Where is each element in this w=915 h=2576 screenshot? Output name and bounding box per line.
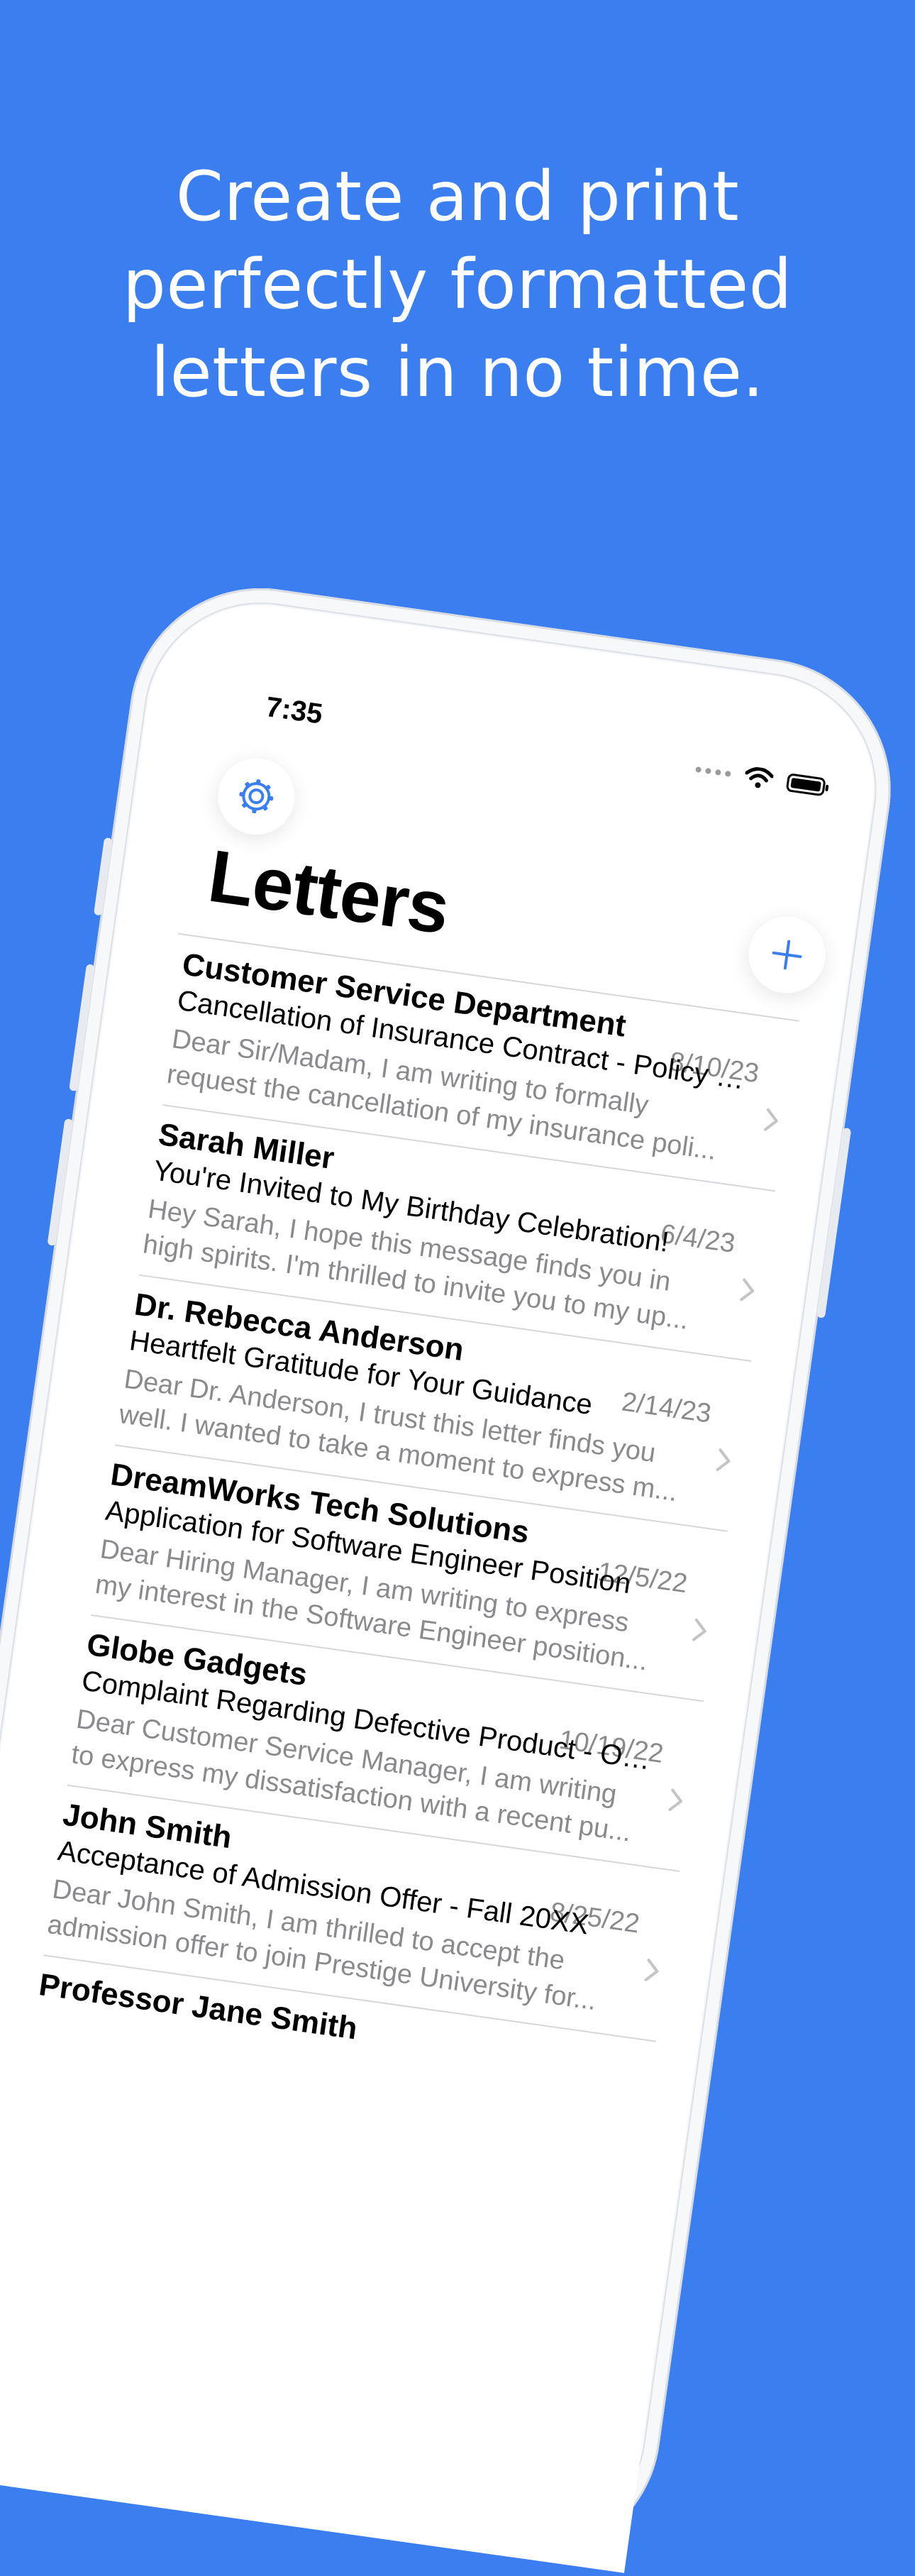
headline-line-3: letters in no time.: [150, 333, 765, 412]
chevron-right-icon: [644, 1959, 659, 1981]
chevron-right-icon: [668, 1788, 683, 1812]
signal-icon: [695, 766, 731, 777]
volume-down-button: [47, 1118, 74, 1246]
letter-preview: [31, 2042, 607, 2123]
letter-preview-line-2: [31, 2042, 607, 2123]
status-bar-icons: [694, 759, 826, 798]
page-title: Letters: [204, 835, 454, 950]
app-screen: 7:35 Letters Customer Service Department…: [0, 590, 889, 2573]
letter-preview-line-1: [31, 2042, 607, 2123]
mute-switch: [93, 837, 113, 916]
letters-list: Customer Service Department 8/10/23 Canc…: [20, 932, 799, 2211]
chevron-right-icon: [763, 1108, 778, 1131]
chevron-right-icon: [692, 1618, 706, 1641]
volume-up-button: [69, 964, 96, 1092]
status-time: 7:35: [263, 691, 325, 730]
add-letter-button[interactable]: [743, 911, 831, 998]
battery-icon: [785, 773, 826, 797]
headline-line-2: perfectly formatted: [122, 245, 793, 324]
headline: Create and print perfectly formatted let…: [0, 153, 915, 417]
chevron-right-icon: [716, 1448, 731, 1471]
headline-line-1: Create and print: [175, 157, 740, 236]
wifi-icon: [745, 766, 774, 788]
chevron-right-icon: [740, 1278, 755, 1301]
phone-mockup: 7:35 Letters Customer Service Department…: [0, 571, 908, 2576]
plus-icon: [772, 940, 802, 970]
gear-icon: [239, 779, 274, 814]
settings-button[interactable]: [213, 753, 300, 840]
